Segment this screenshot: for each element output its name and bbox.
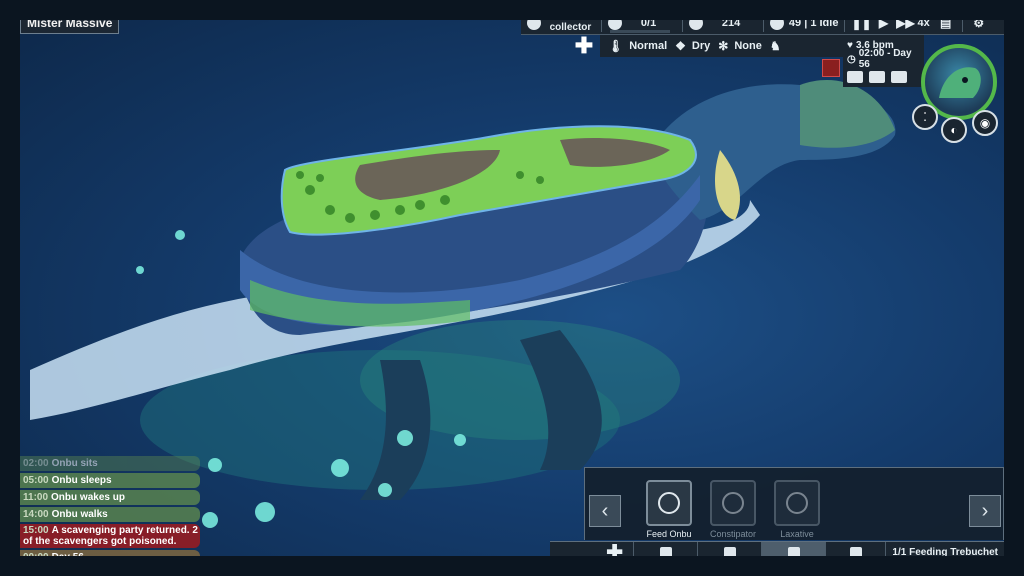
humidity-value: Dry xyxy=(691,40,711,52)
log-text: Onbu sleeps xyxy=(51,475,112,486)
tab-add[interactable]: ✚ xyxy=(550,541,634,564)
build-item-label: Feed Onbu xyxy=(646,529,692,539)
onbu-status-panel: ♥ 3.6 bpm ◷ 02:00 - Day 56 xyxy=(843,35,924,87)
build-panel: ‹ Feed Onbu Constipator Laxative › xyxy=(584,467,1004,540)
hazard-status[interactable]: ✻ None xyxy=(718,39,762,53)
settlement-icon[interactable] xyxy=(847,71,863,83)
hazard-icon: ✻ xyxy=(718,39,729,53)
tab-onbu[interactable] xyxy=(762,541,826,564)
log-item[interactable]: 02:00 Onbu sits xyxy=(20,456,200,471)
food-value: 214 xyxy=(721,16,741,29)
weather-bar: 🌡 Normal ❖ Dry ✻ None ♞ xyxy=(600,35,844,57)
collector-progress-bar xyxy=(609,29,670,33)
droplets-icon: ❖ xyxy=(675,39,686,53)
gut-button[interactable]: ◐ xyxy=(941,117,967,143)
collector-label-line1: Automatic xyxy=(546,11,595,23)
log-item[interactable]: 15:00 A scavenging party returned. 2 of t… xyxy=(20,524,200,548)
fast-forward-icon[interactable]: ▶▶ xyxy=(895,16,915,30)
log-time: 11:00 xyxy=(23,492,49,503)
drop-icon xyxy=(723,546,736,559)
smiley-icon xyxy=(769,15,784,30)
log-item[interactable]: 05:00 Onbu sleeps xyxy=(20,473,200,488)
log-time: 02:00 xyxy=(23,458,49,469)
eye-button[interactable]: ◉ xyxy=(972,110,998,136)
feeding-status: 1/1 Feeding Trebuchet xyxy=(892,547,998,558)
tab-water[interactable] xyxy=(698,541,762,564)
event-log: 02:00 Onbu sits 05:00 Onbu sleeps 11:00 Onbu … xyxy=(20,456,200,567)
speed-value: 4x xyxy=(917,16,930,29)
add-button[interactable]: ✚ xyxy=(574,35,594,57)
compass-icon xyxy=(607,15,622,30)
log-text: Onbu wakes up xyxy=(51,492,125,503)
log-text: Day 56 xyxy=(51,552,84,563)
book-icon[interactable]: ▤ xyxy=(936,16,956,30)
temperature-status[interactable]: 🌡 Normal xyxy=(608,39,667,53)
build-item-feed-onbu[interactable]: Feed Onbu xyxy=(639,480,699,539)
food-counter[interactable]: 214 xyxy=(683,11,763,35)
build-item-constipator[interactable]: Constipator xyxy=(703,480,763,539)
category-tabbar: ✚ 1/1 Feeding Trebuchet xyxy=(550,541,1004,564)
map-icon[interactable] xyxy=(891,71,907,83)
footprints-button[interactable]: ⁚ xyxy=(912,104,938,130)
collector-label-line2: collector xyxy=(549,21,592,33)
game-time: 02:00 - Day 56 xyxy=(858,48,912,70)
clock-icon: ◷ xyxy=(847,53,856,65)
plus-icon: ✚ xyxy=(606,542,623,564)
log-item[interactable]: 11:00 Onbu wakes up xyxy=(20,490,200,505)
pause-icon[interactable]: ❚❚ xyxy=(851,16,871,30)
onbu-silhouette-icon: ♞ xyxy=(769,39,781,53)
speed-controls: ❚❚ ▶ ▶▶ 4x ▤ xyxy=(845,11,961,35)
previous-arrow-button[interactable]: ‹ xyxy=(589,495,621,527)
log-time: 14:00 xyxy=(23,509,49,520)
horn-icon xyxy=(659,546,672,559)
build-item-laxative[interactable]: Laxative xyxy=(767,480,827,539)
log-text: A scavenging party returned. 2 of the sc… xyxy=(23,525,198,547)
onbu-head-icon xyxy=(939,67,981,98)
tab-food[interactable] xyxy=(634,541,698,564)
colony-name[interactable]: Mister Massive xyxy=(20,12,120,34)
feed-icon xyxy=(658,492,680,514)
settings-button[interactable]: ⚙ xyxy=(963,11,995,35)
log-text: Onbu sits xyxy=(51,458,98,469)
food-bowl-icon xyxy=(688,15,703,30)
top-resource-bar: Automatic collector 0/1 214 49 | 1 Idle … xyxy=(521,11,1004,35)
log-item[interactable]: 14:00 Onbu walks xyxy=(20,507,200,522)
hazard-value: None xyxy=(734,40,762,52)
play-icon[interactable]: ▶ xyxy=(873,16,893,30)
log-time: 15:00 xyxy=(23,525,49,536)
population-value: 49 | 1 Idle xyxy=(788,16,839,29)
hammer-icon xyxy=(849,546,862,559)
tab-tools[interactable] xyxy=(826,541,886,564)
collector-count: 0/1 xyxy=(640,16,657,29)
log-text: Onbu walks xyxy=(51,509,108,520)
log-time: 00:00 xyxy=(23,552,49,563)
automatic-collector[interactable]: Automatic collector xyxy=(521,11,601,35)
onbu-icon xyxy=(787,546,800,559)
log-item[interactable]: 00:00 Day 56 xyxy=(20,550,200,565)
thermometer-icon: 🌡 xyxy=(608,39,624,53)
log-time: 05:00 xyxy=(23,475,49,486)
heart-icon: ♥ xyxy=(847,39,853,51)
collector-icon xyxy=(527,15,541,30)
humidity-status[interactable]: ❖ Dry xyxy=(675,39,710,53)
build-item-label: Laxative xyxy=(780,529,814,539)
build-item-label: Constipator xyxy=(709,529,757,539)
population-counter[interactable]: 49 | 1 Idle xyxy=(764,11,845,35)
next-arrow-button[interactable]: › xyxy=(969,495,1001,527)
temperature-value: Normal xyxy=(629,40,668,52)
alert-icon[interactable] xyxy=(822,59,840,77)
onbu-walk-icon[interactable] xyxy=(869,71,885,83)
collector-progress[interactable]: 0/1 xyxy=(602,11,682,35)
gear-icon: ⚙ xyxy=(973,15,985,30)
constipator-icon xyxy=(722,492,744,514)
laxative-icon xyxy=(786,492,808,514)
